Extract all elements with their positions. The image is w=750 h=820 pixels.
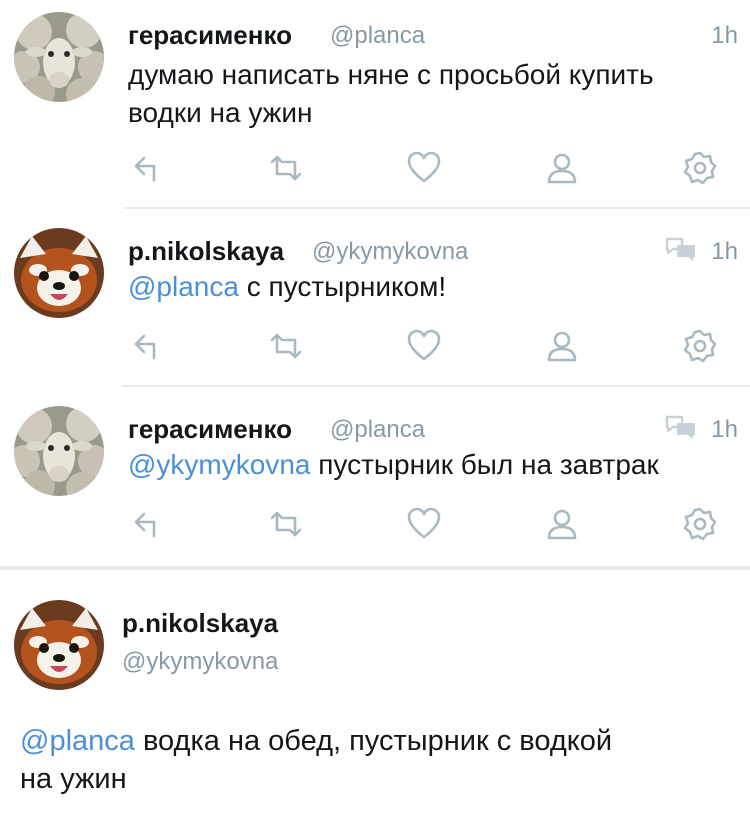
reply-icon[interactable] [128,504,168,544]
mention-link[interactable]: @ykymykovna [128,449,310,480]
tweet-body-line2: на ужин [20,763,127,795]
action-bar [128,504,728,544]
mention-link[interactable]: @planca [20,725,135,757]
section-divider [0,566,750,570]
handle[interactable]: @ykymykovna [122,648,278,676]
display-name[interactable]: герасименко [128,414,292,445]
tweet-body: пустырник был на завтрак [310,449,659,480]
timestamp: 1h [711,22,738,49]
sheep-avatar[interactable] [14,406,104,496]
like-icon[interactable] [404,148,444,188]
tweet-text: @ykymykovna пустырник был на завтрак [128,446,738,484]
timestamp: 1h [711,238,738,265]
retweet-icon[interactable] [266,148,306,188]
conversation-icon [664,235,698,263]
display-name[interactable]: герасименко [128,20,292,51]
red-panda-avatar[interactable] [14,228,104,318]
conversation-icon [664,413,698,441]
tweet-body: водка на обед, пустырник с водкой [134,725,613,757]
retweet-icon[interactable] [266,326,306,366]
divider [122,385,750,387]
red-panda-avatar[interactable] [14,600,104,690]
handle[interactable]: @planca [330,22,425,50]
settings-icon[interactable] [680,326,720,366]
reply-icon[interactable] [128,326,168,366]
sheep-avatar[interactable] [14,12,104,102]
tweet-body: думаю написать няне с просьбой купить во… [128,59,654,128]
follow-icon[interactable] [542,148,582,188]
tweet-3[interactable]: герасименко @planca 1h @ykymykovna пусты… [0,388,750,570]
tweet-text: @planca водка на обед, пустырник с водко… [20,722,720,798]
action-bar [128,148,728,188]
display-name[interactable]: p.nikolskaya [122,608,278,639]
tweet-text: думаю написать няне с просьбой купить во… [128,56,728,132]
tweet-text: @planca с пустырником! [128,268,728,306]
divider [122,207,750,209]
follow-icon[interactable] [542,326,582,366]
tweet-1[interactable]: герасименко @planca 1h думаю написать ня… [0,0,750,210]
settings-icon[interactable] [680,504,720,544]
display-name[interactable]: p.nikolskaya [128,236,284,267]
settings-icon[interactable] [680,148,720,188]
follow-icon[interactable] [542,504,582,544]
handle[interactable]: @planca [330,416,425,444]
retweet-icon[interactable] [266,504,306,544]
handle[interactable]: @ykymykovna [312,238,468,266]
action-bar [128,326,728,366]
tweet-2[interactable]: p.nikolskaya @ykymykovna 1h @planca с пу… [0,210,750,388]
mention-link[interactable]: @planca [128,271,239,302]
tweet-body: с пустырником! [238,271,447,302]
reply-icon[interactable] [128,148,168,188]
like-icon[interactable] [404,504,444,544]
timestamp: 1h [711,416,738,443]
focused-tweet[interactable]: p.nikolskaya @ykymykovna @planca водка н… [0,572,750,820]
like-icon[interactable] [404,326,444,366]
